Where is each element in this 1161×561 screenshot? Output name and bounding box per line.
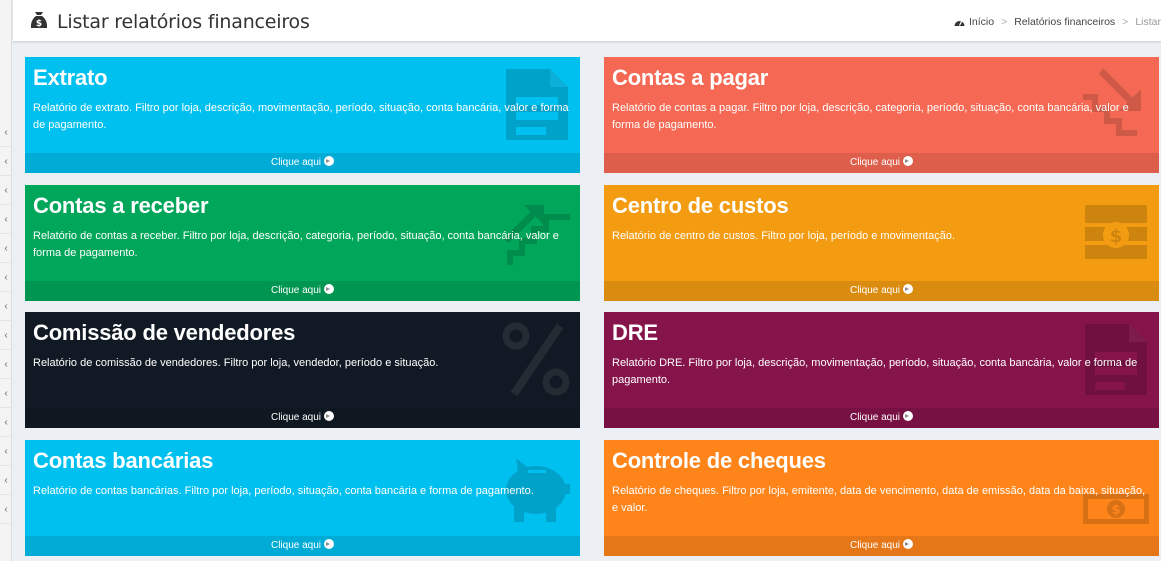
arrow-circle-right-icon (324, 156, 335, 166)
chevron-left-icon[interactable]: ‹ (0, 176, 12, 205)
arrow-circle-right-icon (324, 284, 335, 294)
report-link-label: Clique aqui (849, 157, 901, 168)
chevron-left-icon[interactable]: ‹ (0, 263, 12, 292)
chevron-left-icon[interactable]: ‹ (0, 205, 12, 234)
report-title: Comissão de vendedores (33, 320, 296, 345)
report-link-label: Clique aqui (849, 285, 901, 296)
page-title: Listar relatórios financeiros (57, 11, 310, 33)
report-card-contas-a-receber: Contas a receber Relatório de contas a r… (25, 185, 580, 301)
breadcrumb-separator: > (1122, 16, 1129, 28)
report-description: Relatório de cheques. Filtro por loja, e… (612, 485, 1146, 514)
report-title: Contas a receber (33, 193, 209, 218)
chevron-left-icon[interactable]: ‹ (0, 408, 12, 437)
report-title: Centro de custos (612, 193, 789, 218)
report-title: Contas a pagar (612, 65, 769, 90)
chevron-left-icon[interactable]: ‹ (0, 118, 12, 147)
chevron-left-icon[interactable]: ‹ (0, 437, 12, 466)
chevron-left-icon[interactable]: ‹ (0, 466, 12, 495)
chevron-left-icon[interactable]: ‹ (0, 350, 12, 379)
breadcrumb-home-link[interactable]: Início (969, 16, 994, 28)
report-link-label: Clique aqui (849, 540, 901, 551)
sidebar-collapsed: ‹ ‹ ‹ ‹ ‹ ‹ ‹ ‹ ‹ ‹ ‹ ‹ ‹ ‹ (0, 0, 12, 561)
svg-text:$: $ (36, 19, 42, 29)
chevron-left-icon[interactable]: ‹ (0, 234, 12, 263)
report-link-contas-bancarias[interactable]: Clique aqui (25, 536, 580, 556)
report-link-extrato[interactable]: Clique aqui (25, 153, 580, 173)
report-card-contas-bancarias: Contas bancárias Relatório de contas ban… (25, 440, 580, 556)
chevron-left-icon[interactable]: ‹ (0, 379, 12, 408)
report-description: Relatório de contas a pagar. Filtro por … (612, 102, 1129, 131)
report-link-label: Clique aqui (270, 412, 322, 423)
report-card-extrato: Extrato Relatório de extrato. Filtro por… (25, 57, 580, 173)
report-link-comissao-de-vendedores[interactable]: Clique aqui (25, 408, 580, 428)
arrow-circle-right-icon (903, 411, 914, 421)
arrow-circle-right-icon (903, 284, 914, 294)
report-link-contas-a-pagar[interactable]: Clique aqui (604, 153, 1159, 173)
report-card-dre: DRE Relatório DRE. Filtro por loja, desc… (604, 312, 1159, 428)
arrow-circle-right-icon (324, 411, 335, 421)
report-description: Relatório de extrato. Filtro por loja, d… (33, 102, 569, 131)
chevron-left-icon[interactable]: ‹ (0, 321, 12, 350)
page-header: $ Listar relatórios financeiros Início >… (13, 0, 1161, 42)
dashboard-icon (954, 20, 965, 26)
report-link-dre[interactable]: Clique aqui (604, 408, 1159, 428)
money-bag-icon: $ (31, 12, 47, 29)
report-link-contas-a-receber[interactable]: Clique aqui (25, 281, 580, 301)
chevron-left-icon[interactable]: ‹ (0, 495, 12, 524)
report-card-comissao-de-vendedores: Comissão de vendedores Relatório de comi… (25, 312, 580, 428)
breadcrumb-separator: > (1001, 16, 1008, 28)
breadcrumb: Início > Relatórios financeiros > Listar (954, 16, 1161, 28)
report-description: Relatório de centro de custos. Filtro po… (612, 230, 956, 242)
report-description: Relatório DRE. Filtro por loja, descriçã… (612, 357, 1138, 386)
chevron-left-icon[interactable]: ‹ (0, 292, 12, 321)
report-card-centro-de-custos: $ Centro de custos Relatório de centro d… (604, 185, 1159, 301)
breadcrumb-current: Listar (1135, 16, 1161, 28)
report-link-label: Clique aqui (849, 412, 901, 423)
chevron-left-icon[interactable]: ‹ (0, 147, 12, 176)
report-description: Relatório de contas bancárias. Filtro po… (33, 485, 534, 497)
report-link-label: Clique aqui (270, 157, 322, 168)
report-card-controle-de-cheques: $ Controle de cheques Relatório de chequ… (604, 440, 1159, 556)
report-description: Relatório de contas a receber. Filtro po… (33, 230, 559, 259)
report-title: Contas bancárias (33, 448, 214, 473)
report-title: DRE (612, 320, 658, 345)
report-link-centro-de-custos[interactable]: Clique aqui (604, 281, 1159, 301)
report-card-contas-a-pagar: Contas a pagar Relatório de contas a pag… (604, 57, 1159, 173)
breadcrumb-section-link[interactable]: Relatórios financeiros (1014, 16, 1115, 28)
arrow-circle-right-icon (903, 156, 914, 166)
report-link-label: Clique aqui (270, 285, 322, 296)
arrow-circle-right-icon (903, 539, 914, 549)
report-title: Controle de cheques (612, 448, 826, 473)
report-link-controle-de-cheques[interactable]: Clique aqui (604, 536, 1159, 556)
report-description: Relatório de comissão de vendedores. Fil… (33, 357, 439, 369)
report-title: Extrato (33, 65, 108, 90)
arrow-circle-right-icon (324, 539, 335, 549)
report-link-label: Clique aqui (270, 540, 322, 551)
